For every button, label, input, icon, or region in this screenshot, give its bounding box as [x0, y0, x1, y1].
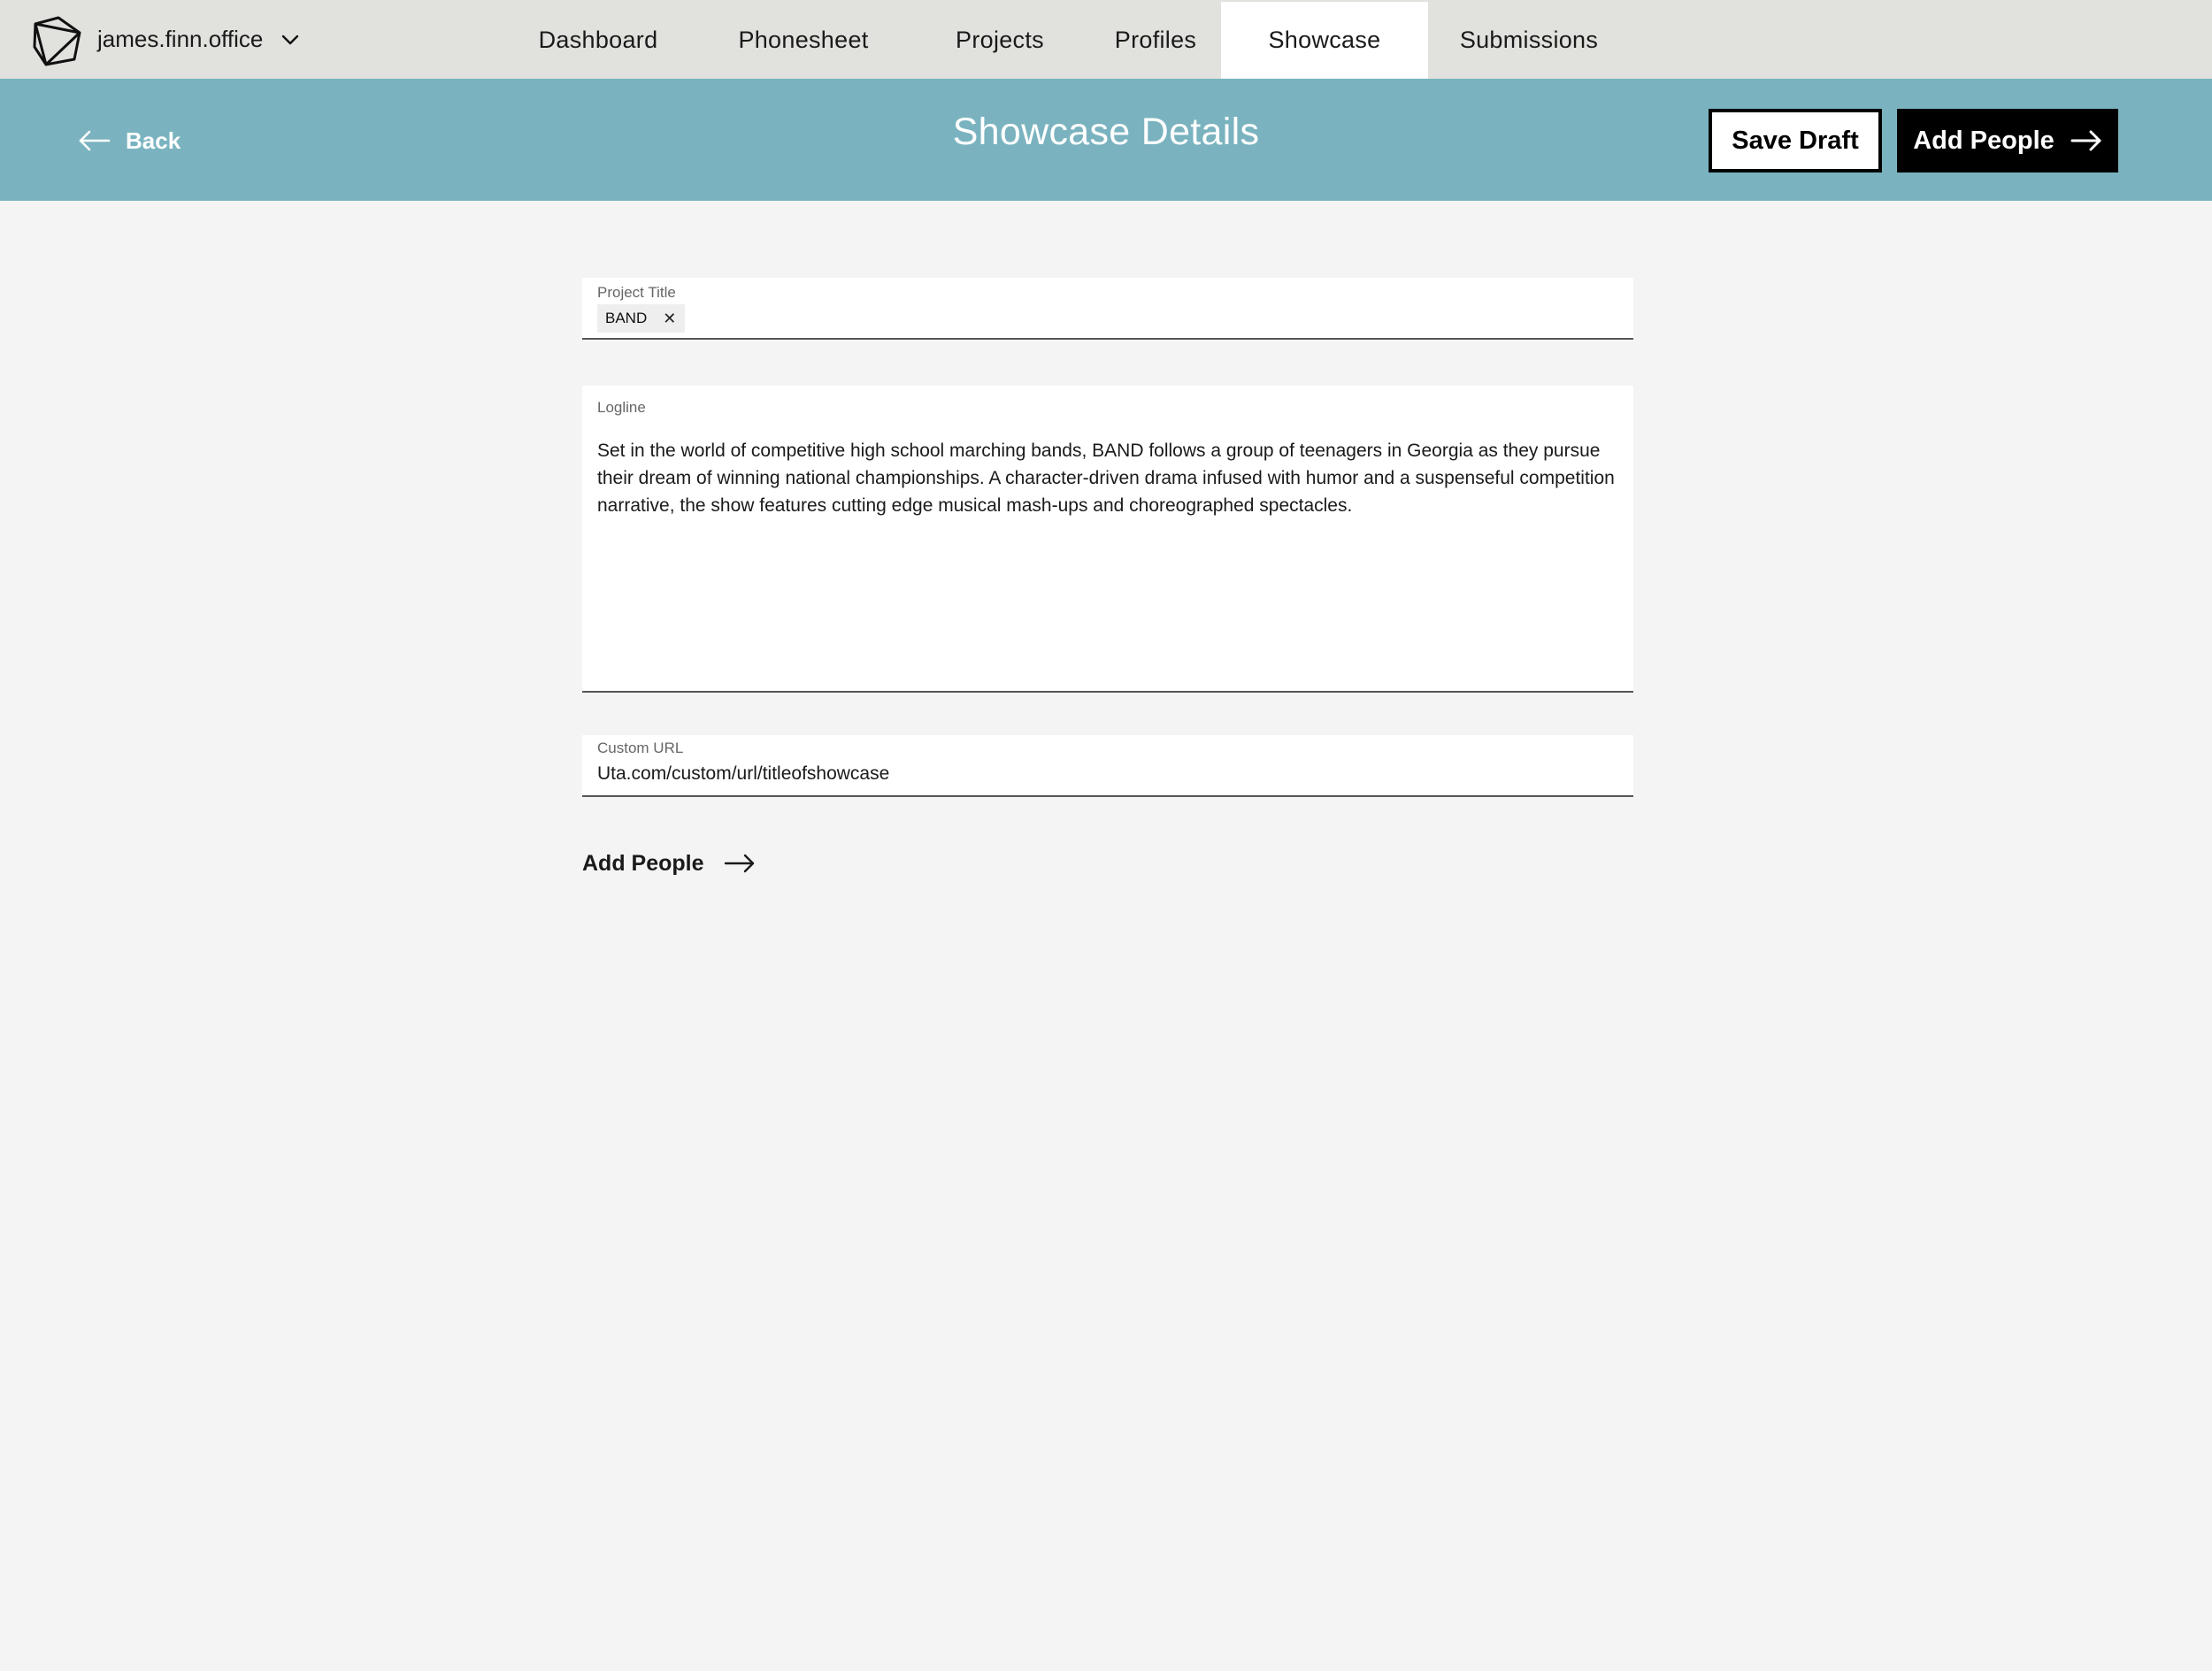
project-tag-text: BAND: [605, 310, 648, 326]
arrow-right-icon: [724, 854, 754, 873]
chevron-down-icon: [282, 34, 299, 44]
tab-phonesheet[interactable]: Phonesheet: [715, 2, 892, 79]
project-title-label: Project Title: [597, 284, 676, 301]
custom-url-label: Custom URL: [597, 740, 684, 756]
save-draft-label: Save Draft: [1732, 126, 1859, 155]
add-people-label: Add People: [1913, 126, 2055, 155]
custom-url-field[interactable]: Custom URL Uta.com/custom/url/titleofsho…: [582, 735, 1633, 797]
tab-dashboard[interactable]: Dashboard: [506, 2, 690, 79]
account-switcher[interactable]: james.finn.office: [97, 0, 300, 79]
close-icon[interactable]: ✕: [663, 310, 676, 326]
project-tag-chip: BAND ✕: [597, 304, 686, 333]
tab-showcase[interactable]: Showcase: [1221, 2, 1428, 79]
add-people-link-label: Add People: [582, 850, 704, 876]
add-people-button[interactable]: Add People: [1897, 109, 2118, 172]
page-header: Back Showcase Details Save Draft Add Peo…: [0, 79, 2212, 201]
back-button[interactable]: Back: [78, 121, 180, 160]
polyhedron-logo-icon[interactable]: [32, 15, 81, 66]
arrow-left-icon: [79, 130, 111, 151]
save-draft-button[interactable]: Save Draft: [1709, 109, 1882, 172]
logline-field[interactable]: Logline Set in the world of competitive …: [582, 386, 1633, 693]
tab-submissions[interactable]: Submissions: [1440, 2, 1617, 79]
arrow-right-icon: [2070, 130, 2101, 151]
project-title-field[interactable]: Project Title BAND ✕: [582, 278, 1633, 340]
account-name: james.finn.office: [97, 26, 264, 52]
tab-profiles[interactable]: Profiles: [1094, 2, 1217, 79]
logline-text[interactable]: Set in the world of competitive high sch…: [597, 437, 1615, 519]
tab-projects[interactable]: Projects: [931, 2, 1069, 79]
custom-url-value[interactable]: Uta.com/custom/url/titleofshowcase: [597, 763, 889, 785]
back-label: Back: [126, 126, 181, 154]
top-nav: james.finn.office Dashboard Phonesheet P…: [0, 0, 2212, 79]
logline-label: Logline: [597, 399, 646, 416]
add-people-link[interactable]: Add People: [582, 846, 756, 881]
